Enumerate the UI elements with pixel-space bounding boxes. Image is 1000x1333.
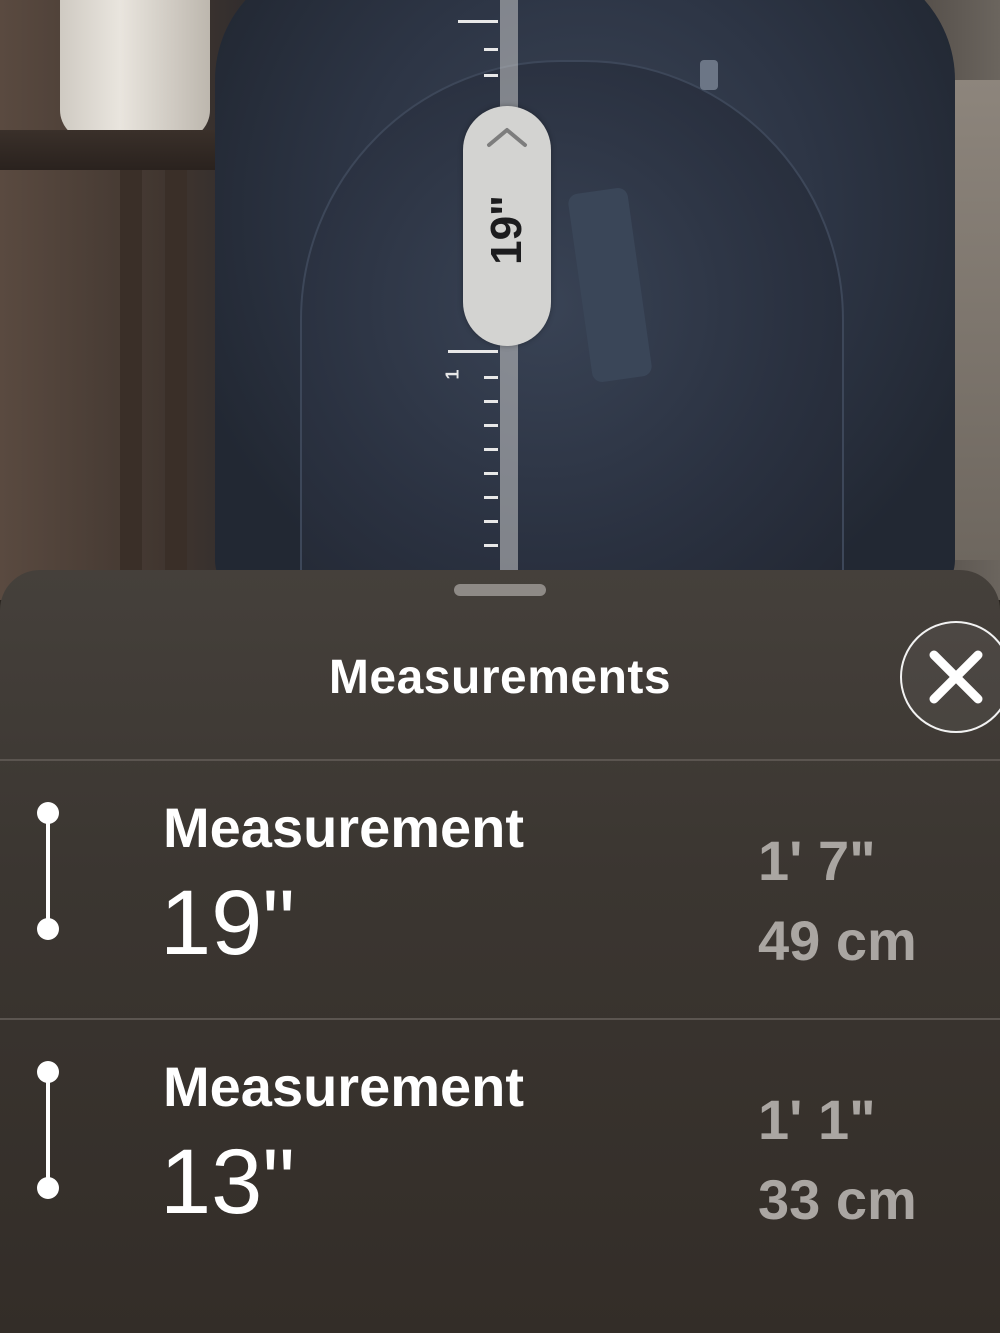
- sheet-grabber[interactable]: [454, 584, 546, 596]
- sheet-title: Measurements: [328, 651, 672, 704]
- table-leg: [165, 170, 187, 600]
- ruler-tick: [484, 376, 498, 379]
- measurement-row[interactable]: Measurement 13" 1' 1" 33 cm: [0, 1020, 1000, 1278]
- chevron-up-icon[interactable]: [486, 126, 528, 148]
- ruler-tick: [484, 48, 498, 51]
- ruler-tick: [458, 20, 498, 23]
- measurement-metric: 33 cm: [758, 1168, 917, 1231]
- ruler-tick: [484, 472, 498, 475]
- measurement-alt-units: 1' 1" 33 cm: [758, 1080, 917, 1240]
- ruler-number: 1: [442, 369, 463, 380]
- measurement-feet-inches: 1' 1": [758, 1088, 876, 1151]
- ruler-tick: [484, 400, 498, 403]
- vase: [60, 0, 210, 140]
- measurement-feet-inches: 1' 7": [758, 829, 876, 892]
- ruler-tick: [484, 496, 498, 499]
- measurements-sheet: Measurements Measurement 19" 1' 7" 49 cm…: [0, 570, 1000, 1333]
- close-x-icon: [929, 650, 983, 704]
- measure-line-icon: [37, 802, 59, 940]
- ruler-tick: [484, 424, 498, 427]
- close-button[interactable]: [900, 621, 1000, 733]
- measurement-value: 13": [160, 1131, 295, 1233]
- ruler-tick: [484, 520, 498, 523]
- measurement-label: Measurement: [163, 796, 525, 859]
- table-leg: [120, 170, 142, 600]
- ruler-tick: [484, 544, 498, 547]
- ruler-tick: [484, 74, 498, 77]
- backpack-pocket: [300, 60, 844, 600]
- measurement-label: Measurement: [163, 1055, 525, 1118]
- measurement-metric: 49 cm: [758, 909, 917, 972]
- measurement-alt-units: 1' 7" 49 cm: [758, 821, 917, 981]
- ruler-tick: [484, 448, 498, 451]
- measurement-row[interactable]: Measurement 19" 1' 7" 49 cm: [0, 761, 1000, 1019]
- measure-line-icon: [37, 1061, 59, 1199]
- measurement-value: 19": [160, 872, 295, 974]
- measurement-pill-label: 19": [482, 195, 531, 265]
- ruler-tick: [448, 350, 498, 353]
- ar-camera-view[interactable]: 1 19": [0, 0, 1000, 600]
- zipper-pull: [700, 60, 718, 90]
